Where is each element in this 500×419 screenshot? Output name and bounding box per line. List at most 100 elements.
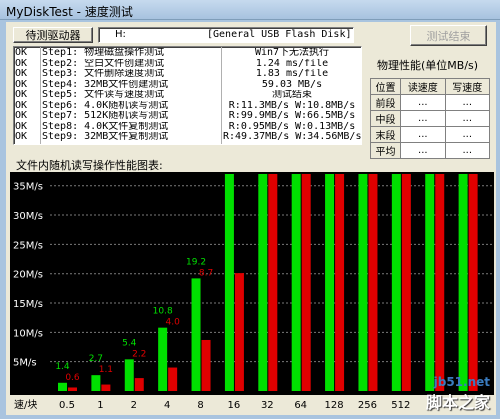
drive-display: H: [General USB Flash Disk] — [98, 27, 354, 43]
write-value-label: 2.2 — [132, 349, 146, 359]
read-bar — [91, 375, 101, 391]
x-tick-label: 1 — [97, 400, 103, 411]
y-tick-label: 20M/s — [13, 270, 43, 281]
write-value-label: 4.0 — [165, 318, 180, 328]
read-bar — [325, 174, 335, 391]
window-title: MyDiskTest - 速度测试 — [6, 5, 133, 19]
read-bar — [124, 359, 134, 391]
read-value-label: 19.2 — [186, 257, 206, 267]
perf-pos: 前段 — [369, 94, 402, 111]
drive-select-button[interactable]: 待测驱动器 — [13, 27, 93, 43]
step-name: Step8: 4.0K文件复制测试 — [42, 121, 169, 132]
watermark: jb51.net 脚本之家 — [426, 375, 490, 413]
watermark-name: 脚本之家 — [425, 393, 490, 412]
read-bar — [158, 327, 168, 391]
step-name: Step7: 512K随机读写测试 — [42, 111, 169, 121]
perf-pos: 中段 — [369, 110, 402, 127]
step-result: 1.24 ms/file — [255, 58, 329, 69]
step-status: OK — [15, 69, 28, 79]
step-result: Win7下无法执行 — [254, 48, 330, 58]
read-value-label: 10.8 — [153, 307, 173, 317]
y-tick-label: 15M/s — [13, 299, 43, 310]
read-value-label: 2.7 — [89, 354, 103, 364]
read-bar — [425, 174, 435, 391]
perf-header-read: 读速度 — [400, 78, 446, 95]
step-status: OK — [15, 90, 28, 100]
step-status: OK — [15, 111, 28, 121]
write-bar — [134, 378, 144, 391]
x-tick-label: 16 — [228, 400, 241, 411]
main-panel: 待测驱动器 H: [General USB Flash Disk] 测试结束 O… — [6, 22, 496, 415]
write-bar — [234, 273, 244, 391]
write-bar — [68, 387, 77, 391]
write-value-label: 0.6 — [65, 373, 80, 383]
performance-chart: 5M/s 10M/s 15M/s 20M/s 25M/s 30M/s 35M/s 1.4 0.6… — [10, 172, 494, 395]
step-name: Step2: 空白文件创建测试 — [42, 58, 165, 69]
title-bar: MyDiskTest - 速度测试 — [0, 0, 500, 20]
x-tick-label: 64 — [294, 400, 307, 411]
perf-read: ... — [400, 110, 446, 127]
write-bar — [335, 174, 345, 391]
step-result: 59.03 MB/s — [261, 79, 323, 90]
x-tick-label: 0.5 — [59, 400, 75, 411]
y-tick-label: 5M/s — [13, 358, 37, 369]
step-name: Step9: 32MB文件复制测试 — [42, 132, 169, 142]
step-status: OK — [15, 58, 28, 69]
write-value-label: 8.7 — [199, 268, 213, 278]
perf-read: ... — [400, 126, 446, 143]
write-bar — [301, 174, 311, 391]
perf-pos: 平均 — [369, 142, 402, 159]
x-axis-row: 速/块 0.5 1 2 4 8 16 32 64 128 256 512 — [10, 396, 494, 412]
step-status: OK — [15, 48, 28, 58]
step-result: 测试结束 — [272, 90, 312, 100]
x-tick-label: 2 — [131, 400, 137, 411]
perf-write: ... — [444, 110, 491, 127]
y-tick-label: 10M/s — [13, 328, 43, 339]
end-test-button[interactable]: 测试结束 — [410, 25, 487, 46]
drive-name: [General USB Flash Disk] — [207, 29, 352, 40]
step-name: Step5: 文件读写速度测试 — [42, 90, 165, 100]
write-bar — [201, 339, 211, 391]
x-tick-label: 128 — [325, 400, 344, 411]
step-result: R:11.3MB/s W:10.8MB/s — [228, 100, 356, 111]
step-name: Step1: 物理磁盘操作测试 — [42, 48, 165, 58]
perf-write: ... — [444, 126, 491, 143]
y-tick-label: 25M/s — [13, 240, 43, 251]
read-bar — [358, 174, 368, 391]
x-tick-label: 32 — [261, 400, 274, 411]
step-result: 1.83 ms/file — [255, 69, 329, 79]
write-bar — [368, 174, 378, 391]
perf-header-row: 位置 读速度 写速度 — [369, 78, 491, 95]
step-name: Step3: 文件删除速度测试 — [42, 69, 165, 79]
drive-letter: H: — [115, 29, 126, 40]
perf-row: 平均 ... ... — [369, 142, 491, 159]
read-value-label: 5.4 — [122, 338, 137, 348]
write-bar — [435, 174, 445, 391]
step-status: OK — [15, 79, 28, 90]
perf-table: 位置 读速度 写速度 前段 ... ... 中段 ... ... 末段 ... … — [369, 78, 491, 159]
perf-write: ... — [444, 142, 491, 159]
step-status: OK — [15, 132, 28, 142]
write-bar — [401, 174, 411, 391]
read-bar — [191, 278, 201, 391]
steps-log: OK OK OK OK OK OK OK OK OK Step1: 物理磁盘操作测试 Step2:… — [13, 46, 362, 145]
write-bar — [468, 174, 478, 391]
write-value-label: 1.1 — [99, 365, 113, 375]
read-bar — [458, 174, 468, 391]
step-result: R:99.9MB/s W:66.5MB/s — [228, 111, 356, 121]
read-bar — [291, 174, 301, 391]
step-result-column: Win7下无法执行 1.24 ms/file 1.83 ms/file 59.03 M… — [223, 48, 361, 143]
perf-read: ... — [400, 94, 446, 111]
chart-title: 文件内随机读写操作性能图表: — [16, 159, 163, 172]
chart-svg: 5M/s 10M/s 15M/s 20M/s 25M/s 30M/s 35M/s 1.40.6… — [13, 174, 494, 391]
read-value-label: 1.4 — [55, 362, 70, 372]
perf-pos: 末段 — [369, 126, 402, 143]
x-tick-label: 512 — [391, 400, 410, 411]
x-tick-label: 256 — [358, 400, 377, 411]
step-name: Step6: 4.0K随机读写测试 — [42, 100, 169, 111]
read-bar — [58, 382, 67, 391]
write-bar — [268, 174, 278, 391]
step-status: OK — [15, 121, 28, 132]
step-status: OK — [15, 100, 28, 111]
perf-read: ... — [400, 142, 446, 159]
